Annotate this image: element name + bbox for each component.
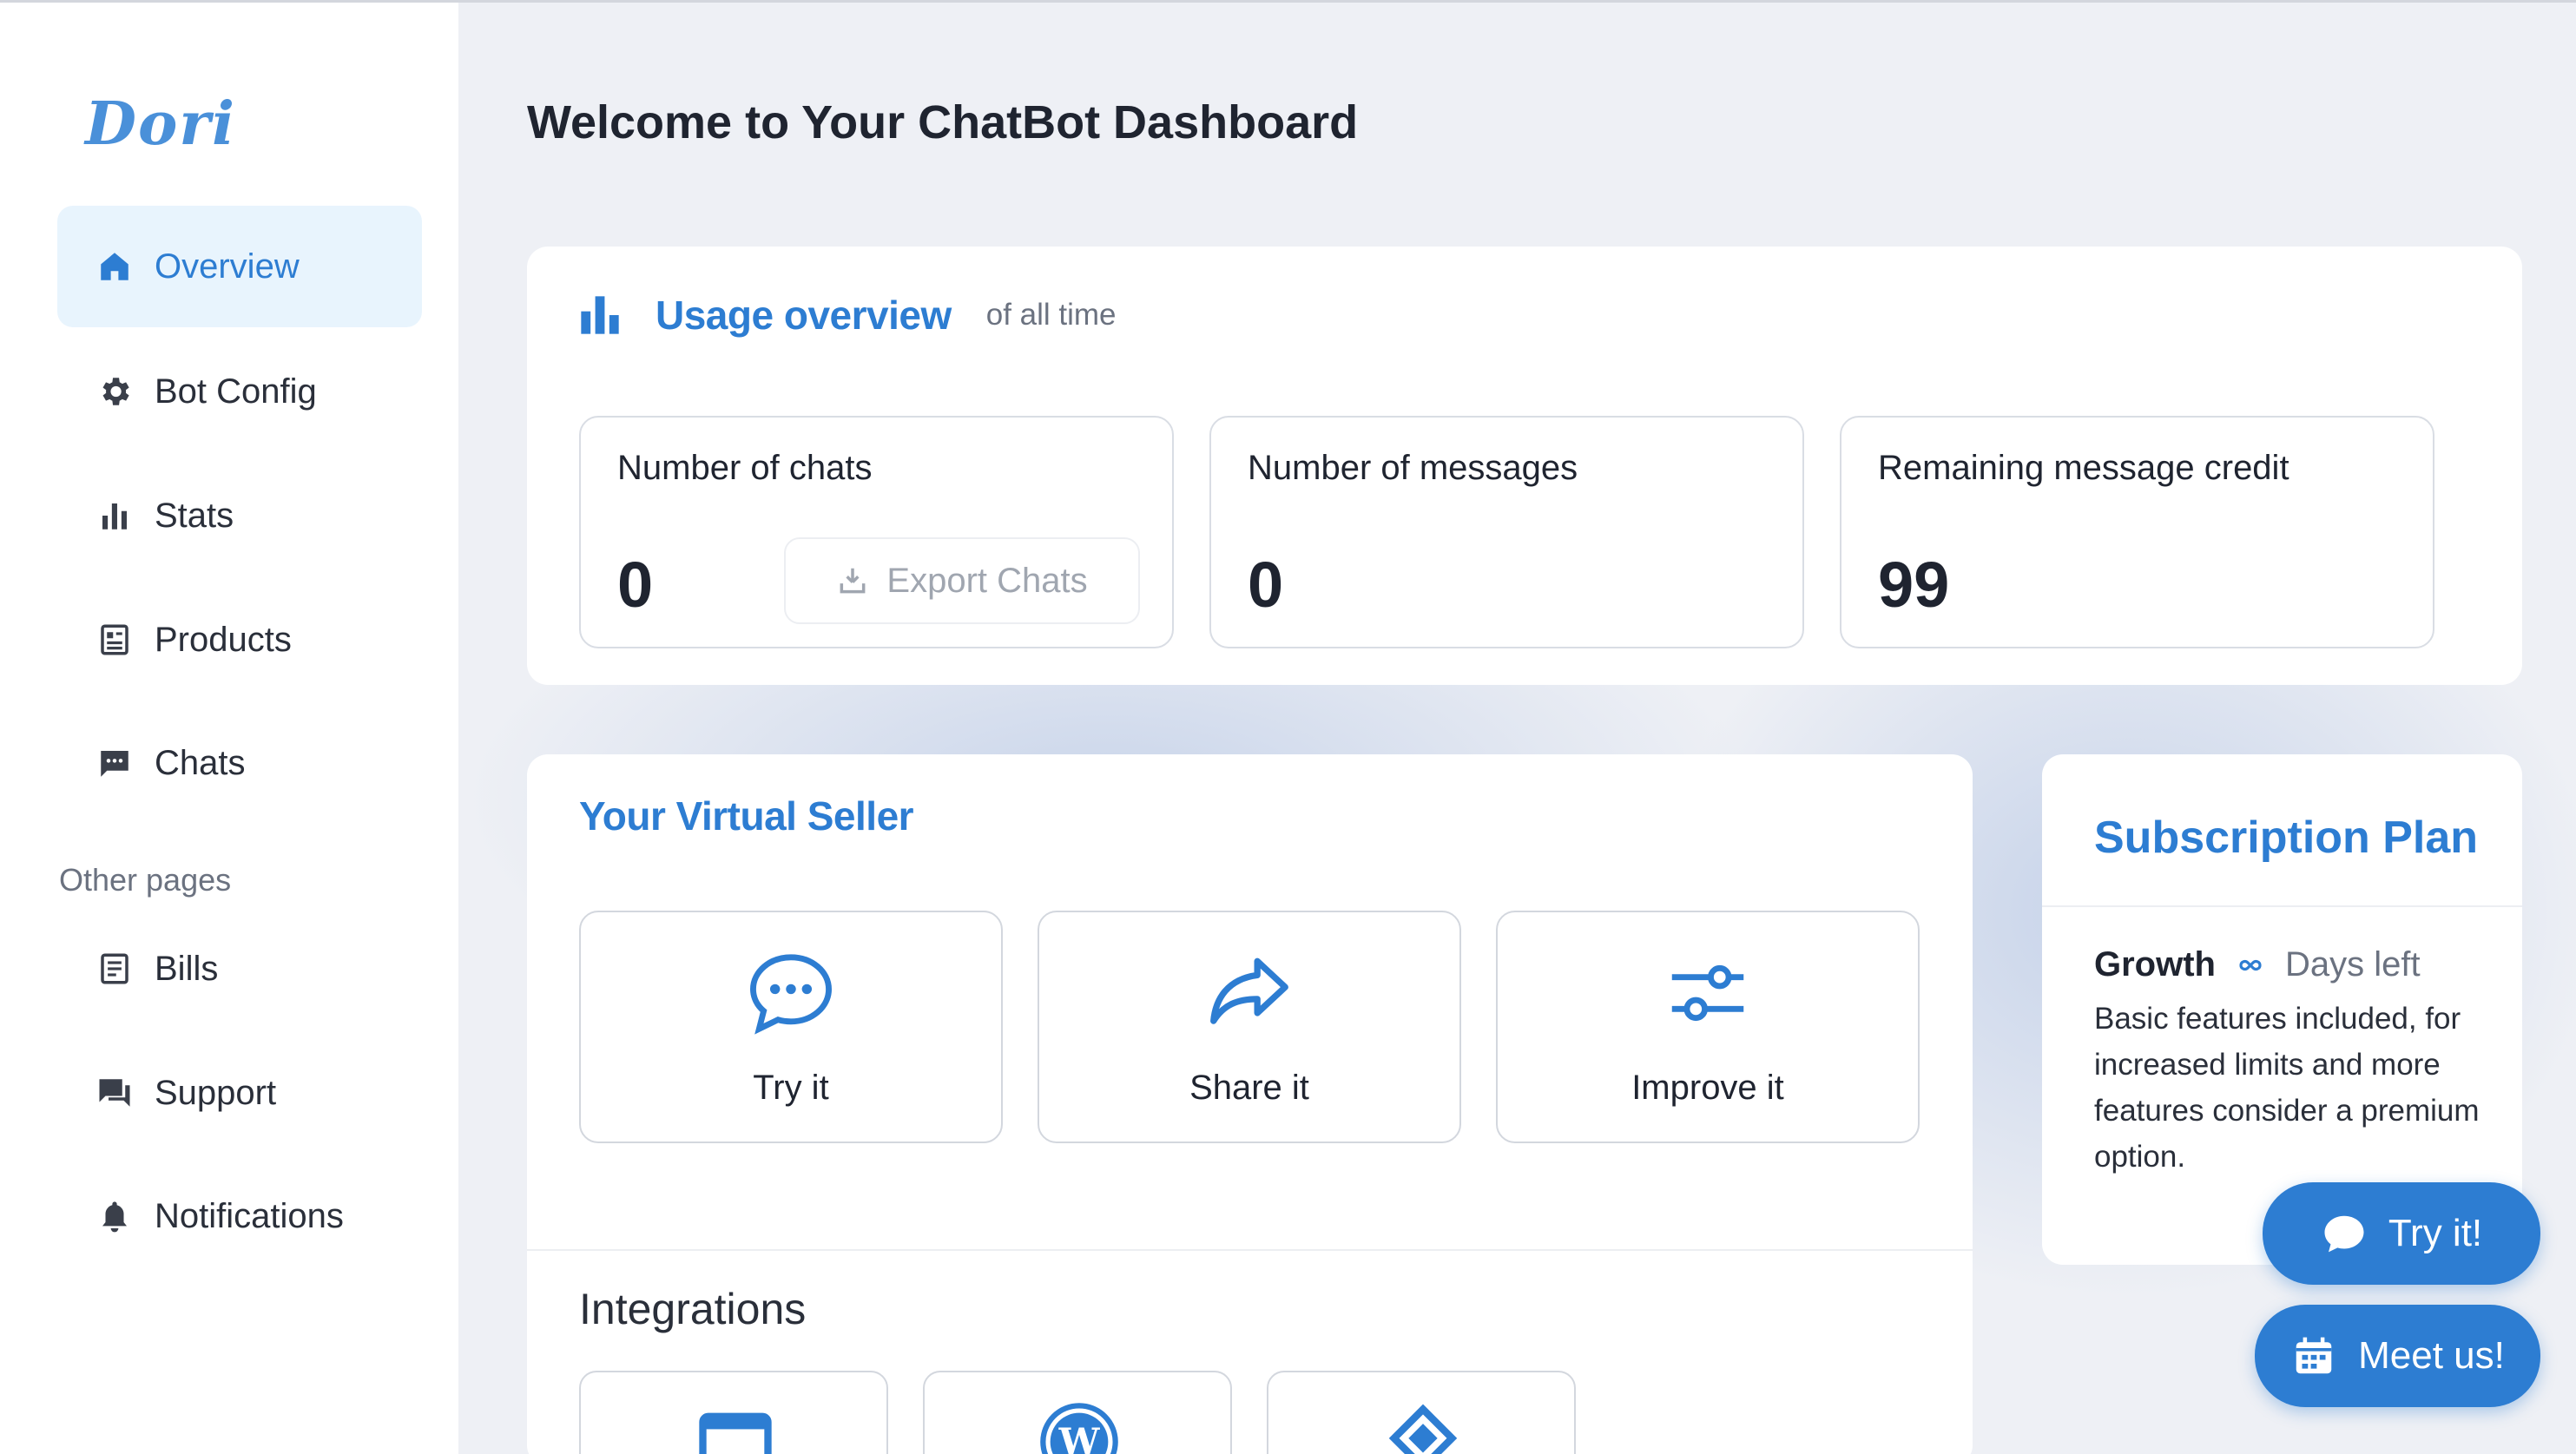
- logo[interactable]: Dori: [85, 89, 236, 159]
- divider: [2042, 905, 2522, 907]
- sidebar-item-label: Bot Config: [155, 372, 317, 411]
- sliders-icon: [1671, 964, 1744, 1022]
- meet-us-floating-button[interactable]: Meet us!: [2255, 1305, 2540, 1407]
- home-icon: [96, 247, 134, 286]
- stat-value: 99: [1878, 549, 1950, 621]
- download-icon: [840, 568, 866, 594]
- infinity-icon: [2239, 959, 2262, 970]
- export-chats-button[interactable]: Export Chats: [784, 537, 1140, 624]
- export-chats-label: Export Chats: [886, 561, 1088, 600]
- sidebar-item-label: Support: [155, 1073, 277, 1112]
- bar-chart-icon: [581, 296, 619, 334]
- receipt-icon: [96, 950, 134, 988]
- share-arrow-icon: [1210, 957, 1288, 1024]
- sidebar-item-notifications[interactable]: Notifications: [57, 1155, 422, 1277]
- support-chat-icon: [96, 1074, 134, 1112]
- try-it-floating-label: Try it!: [2388, 1212, 2483, 1254]
- improve-it-button[interactable]: Improve it: [1496, 911, 1920, 1143]
- sidebar-item-support[interactable]: Support: [57, 1032, 422, 1154]
- sidebar-item-chats[interactable]: Chats: [57, 702, 422, 824]
- stat-value: 0: [617, 549, 654, 621]
- bar-chart-icon: [96, 497, 134, 535]
- sidebar-item-stats[interactable]: Stats: [57, 455, 422, 576]
- stat-value: 0: [1248, 549, 1284, 621]
- sidebar-item-overview[interactable]: Overview: [57, 206, 422, 327]
- try-it-label: Try it: [753, 1069, 829, 1107]
- window-icon: [699, 1412, 772, 1454]
- stat-chats: Number of chats 0 Export Chats: [579, 416, 1174, 648]
- subscription-title: Subscription Plan: [2094, 813, 2479, 863]
- chat-bubble-icon: [2324, 1215, 2364, 1253]
- sidebar-item-products[interactable]: Products: [57, 579, 422, 701]
- usage-subtitle: of all time: [985, 298, 1117, 332]
- stat-label: Number of messages: [1248, 449, 1578, 487]
- integration-other[interactable]: [1267, 1371, 1576, 1454]
- svg-text:W: W: [1058, 1421, 1101, 1454]
- share-it-label: Share it: [1189, 1069, 1309, 1107]
- virtual-seller-title: Your Virtual Seller: [579, 793, 914, 839]
- stat-label: Number of chats: [617, 449, 873, 487]
- sidebar: Dori Overview Bot Config Stats Products …: [0, 3, 458, 1454]
- sidebar-item-label: Overview: [155, 247, 300, 286]
- sidebar-item-label: Bills: [155, 949, 219, 988]
- plan-name: Growth: [2094, 945, 2216, 984]
- gear-icon: [96, 372, 134, 411]
- chat-bubble-icon: [96, 744, 134, 782]
- integrations-title: Integrations: [579, 1285, 807, 1333]
- stat-messages: Number of messages 0: [1209, 416, 1804, 648]
- meet-us-floating-label: Meet us!: [2358, 1334, 2505, 1377]
- bell-icon: [96, 1197, 134, 1235]
- plan-description: Basic features included, for increased l…: [2094, 1002, 2480, 1174]
- sidebar-item-label: Stats: [155, 496, 234, 535]
- try-it-button[interactable]: Try it: [579, 911, 1003, 1143]
- divider: [527, 1249, 1973, 1251]
- diamond-icon: [1388, 1404, 1458, 1454]
- integration-wordpress[interactable]: W: [923, 1371, 1232, 1454]
- improve-it-label: Improve it: [1631, 1069, 1784, 1107]
- sidebar-item-label: Notifications: [155, 1196, 344, 1235]
- virtual-seller-card: Your Virtual Seller Try it Share it Impr…: [527, 754, 1973, 1454]
- usage-title: Usage overview: [656, 293, 952, 338]
- page-title: Welcome to Your ChatBot Dashboard: [527, 96, 1359, 148]
- days-left-label: Days left: [2284, 945, 2421, 984]
- sidebar-item-label: Chats: [155, 743, 246, 782]
- plan-row: Growth Days left: [2094, 945, 2421, 984]
- stat-label: Remaining message credit: [1878, 449, 2289, 487]
- calendar-icon: [2296, 1337, 2332, 1374]
- document-list-icon: [96, 621, 134, 659]
- chat-dots-icon: [750, 954, 832, 1035]
- usage-header: Usage overview of all time: [577, 292, 1117, 339]
- sidebar-item-bills[interactable]: Bills: [57, 908, 422, 1030]
- usage-overview-card: Usage overview of all time Number of cha…: [527, 247, 2522, 685]
- stat-credit: Remaining message credit 99: [1840, 416, 2434, 648]
- integration-website[interactable]: [579, 1371, 888, 1454]
- share-it-button[interactable]: Share it: [1038, 911, 1461, 1143]
- try-it-floating-button[interactable]: Try it!: [2263, 1182, 2540, 1285]
- sidebar-item-label: Products: [155, 620, 292, 659]
- other-pages-heading: Other pages: [59, 862, 232, 898]
- wordpress-icon: W: [1040, 1403, 1118, 1454]
- sidebar-item-bot-config[interactable]: Bot Config: [57, 331, 422, 452]
